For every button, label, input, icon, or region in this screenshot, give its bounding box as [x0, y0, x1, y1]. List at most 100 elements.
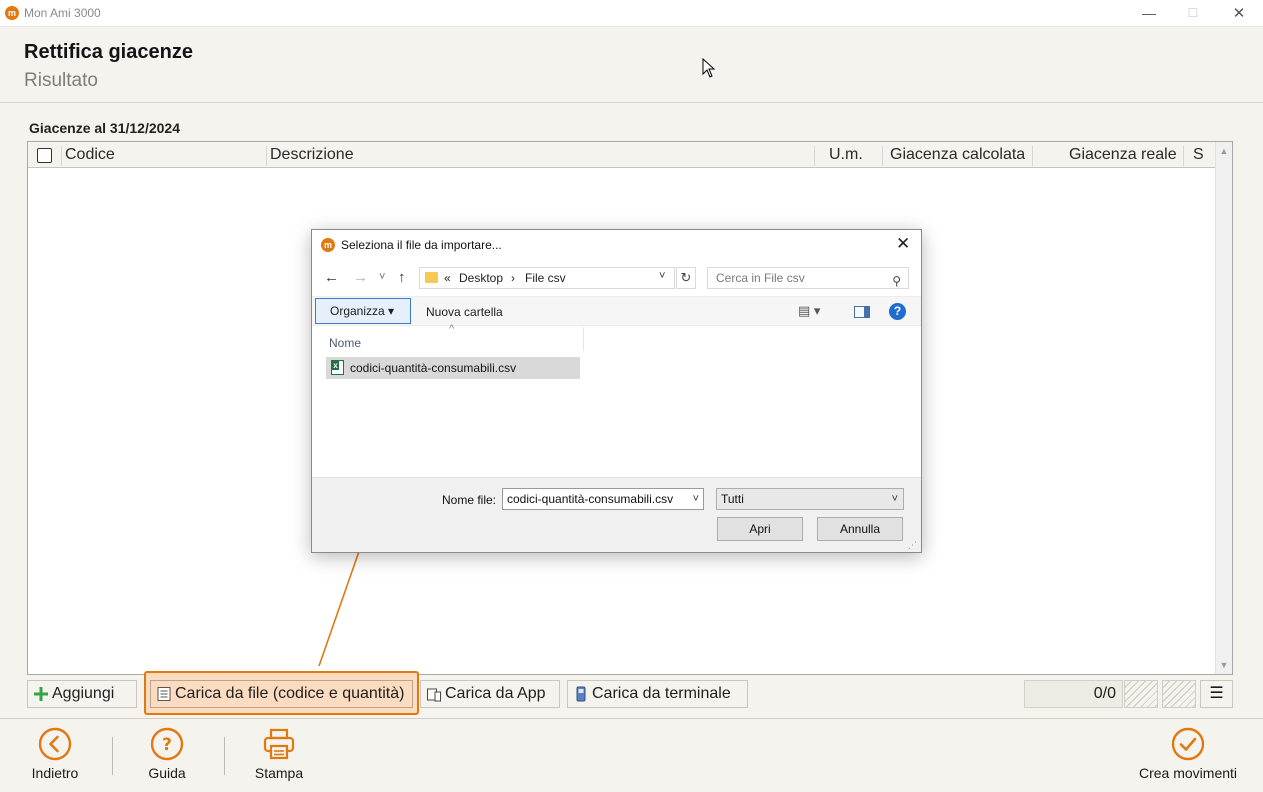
search-placeholder: Cerca in File csv [716, 271, 805, 285]
svg-text:?: ? [162, 735, 172, 755]
disabled-placeholder [1162, 680, 1196, 708]
filename-input[interactable]: codici-quantità-consumabili.csv ˅ [502, 488, 704, 510]
file-list-icon [157, 687, 171, 701]
column-separator [61, 146, 62, 166]
column-giacenza-calcolata[interactable]: Giacenza calcolata [890, 142, 1025, 168]
help-button[interactable]: ? Guida [138, 727, 196, 781]
file-type-value: Tutti [721, 492, 744, 506]
column-giacenza-reale[interactable]: Giacenza reale [1069, 142, 1177, 168]
nav-back-button[interactable]: ← [324, 269, 339, 286]
app-title: Mon Ami 3000 [24, 6, 101, 20]
resize-grip-icon[interactable]: ⋰ [908, 540, 917, 551]
column-separator [814, 146, 815, 166]
devices-icon [427, 688, 441, 702]
help-circle-icon: ? [150, 727, 184, 761]
nav-recent-button[interactable]: ˅ [379, 271, 385, 283]
cancel-button[interactable]: Annulla [817, 517, 903, 541]
search-icon: ⚲ [892, 274, 901, 288]
nav-forward-button[interactable]: → [353, 269, 368, 286]
file-list-item[interactable]: codici-quantità-consumabili.csv [326, 357, 580, 379]
breadcrumb-file-csv[interactable]: File csv [525, 271, 566, 285]
address-dropdown-icon[interactable]: ˅ [659, 270, 665, 282]
dialog-title: Seleziona il file da importare... [341, 238, 502, 252]
filename-value: codici-quantità-consumabili.csv [507, 492, 674, 506]
footer-separator [112, 737, 113, 775]
column-codice[interactable]: Codice [65, 142, 115, 168]
column-um[interactable]: U.m. [829, 142, 863, 168]
load-from-app-button[interactable]: Carica da App [420, 680, 560, 708]
new-folder-button[interactable]: Nuova cartella [426, 305, 503, 319]
column-separator [583, 327, 584, 351]
filename-label: Nome file: [442, 493, 497, 507]
table-scrollbar[interactable]: ▲ ▼ [1215, 142, 1232, 674]
preview-pane-icon[interactable] [854, 306, 870, 318]
help-label: Guida [148, 765, 186, 781]
load-from-file-label: Carica da file (codice e quantità) [175, 685, 405, 702]
column-s[interactable]: S [1193, 142, 1204, 168]
column-separator [1183, 146, 1184, 166]
refresh-button[interactable]: ↻ [676, 267, 696, 289]
file-name: codici-quantità-consumabili.csv [350, 361, 517, 375]
scroll-up-icon[interactable]: ▲ [1216, 146, 1232, 156]
breadcrumb-separator: › [511, 271, 515, 285]
close-window-button[interactable]: ✕ [1216, 0, 1262, 27]
back-button[interactable]: Indietro [22, 727, 88, 781]
nav-up-button[interactable]: ↑ [398, 269, 406, 286]
load-from-terminal-button[interactable]: Carica da terminale [567, 680, 748, 708]
back-label: Indietro [31, 765, 79, 781]
select-all-checkbox[interactable] [37, 148, 52, 163]
file-open-dialog: m Seleziona il file da importare... ✕ ← … [311, 229, 922, 553]
view-options-icon[interactable]: ▤ ▾ [798, 303, 820, 319]
dialog-command-bar: Organizza ▾ Nuova cartella ▤ ▾ ? [312, 296, 921, 326]
add-button-label: Aggiungi [52, 685, 115, 702]
column-separator [1032, 146, 1033, 166]
folder-icon [425, 272, 438, 283]
menu-button[interactable]: ☰ [1200, 680, 1233, 708]
address-bar[interactable]: « Desktop › File csv ˅ [419, 267, 675, 289]
scroll-down-icon[interactable]: ▼ [1216, 660, 1232, 670]
add-button[interactable]: Aggiungi [27, 680, 137, 708]
create-movements-button[interactable]: Crea movimenti [1132, 727, 1244, 781]
file-list[interactable]: ^ Nome codici-quantità-consumabili.csv [312, 323, 921, 477]
help-icon[interactable]: ? [889, 303, 906, 320]
footer-bar: Indietro ? Guida Stampa Crea movimenti [0, 718, 1263, 792]
page-subtitle: Risultato [24, 70, 98, 91]
column-name-header[interactable]: Nome [329, 336, 361, 350]
page-title: Rettifica giacenze [24, 41, 193, 63]
dialog-close-button[interactable]: ✕ [896, 234, 910, 254]
check-circle-icon [1171, 727, 1205, 761]
load-from-app-label: Carica da App [445, 685, 546, 702]
load-from-terminal-label: Carica da terminale [592, 685, 731, 702]
chevron-left-circle-icon [38, 727, 72, 761]
load-from-file-button[interactable]: Carica da file (codice e quantità) [150, 680, 413, 708]
file-type-select[interactable]: Tutti ˅ [716, 488, 904, 510]
column-separator [266, 146, 267, 166]
search-input[interactable]: Cerca in File csv ⚲ [707, 267, 909, 289]
dialog-footer: Nome file: codici-quantità-consumabili.c… [312, 477, 921, 552]
excel-file-icon [331, 360, 344, 375]
dialog-app-icon: m [321, 238, 335, 252]
table-header: Codice Descrizione U.m. Giacenza calcola… [28, 142, 1216, 168]
sort-caret-icon: ^ [449, 323, 455, 335]
print-button[interactable]: Stampa [248, 727, 310, 781]
chevron-down-icon[interactable]: ˅ [693, 489, 699, 509]
create-movements-label: Crea movimenti [1138, 765, 1238, 781]
window-titlebar: m Mon Ami 3000 — ☐ ✕ [0, 0, 1263, 27]
app-logo-icon: m [5, 6, 19, 20]
minimize-button[interactable]: — [1126, 0, 1172, 27]
column-separator [882, 146, 883, 166]
printer-icon [263, 728, 295, 760]
organize-button[interactable]: Organizza ▾ [315, 298, 411, 324]
column-descrizione[interactable]: Descrizione [270, 142, 354, 168]
section-label: Giacenze al 31/12/2024 [29, 120, 180, 136]
print-label: Stampa [254, 765, 304, 781]
chevron-down-icon: ˅ [891, 493, 898, 505]
disabled-placeholder [1124, 680, 1158, 708]
plus-icon [34, 687, 48, 701]
address-prefix: « [444, 271, 451, 285]
maximize-button[interactable]: ☐ [1170, 0, 1216, 27]
open-button[interactable]: Apri [717, 517, 803, 541]
page-header: Rettifica giacenze Risultato [0, 27, 1263, 103]
breadcrumb-desktop[interactable]: Desktop [459, 271, 503, 285]
dialog-titlebar: m Seleziona il file da importare... ✕ [312, 230, 921, 260]
